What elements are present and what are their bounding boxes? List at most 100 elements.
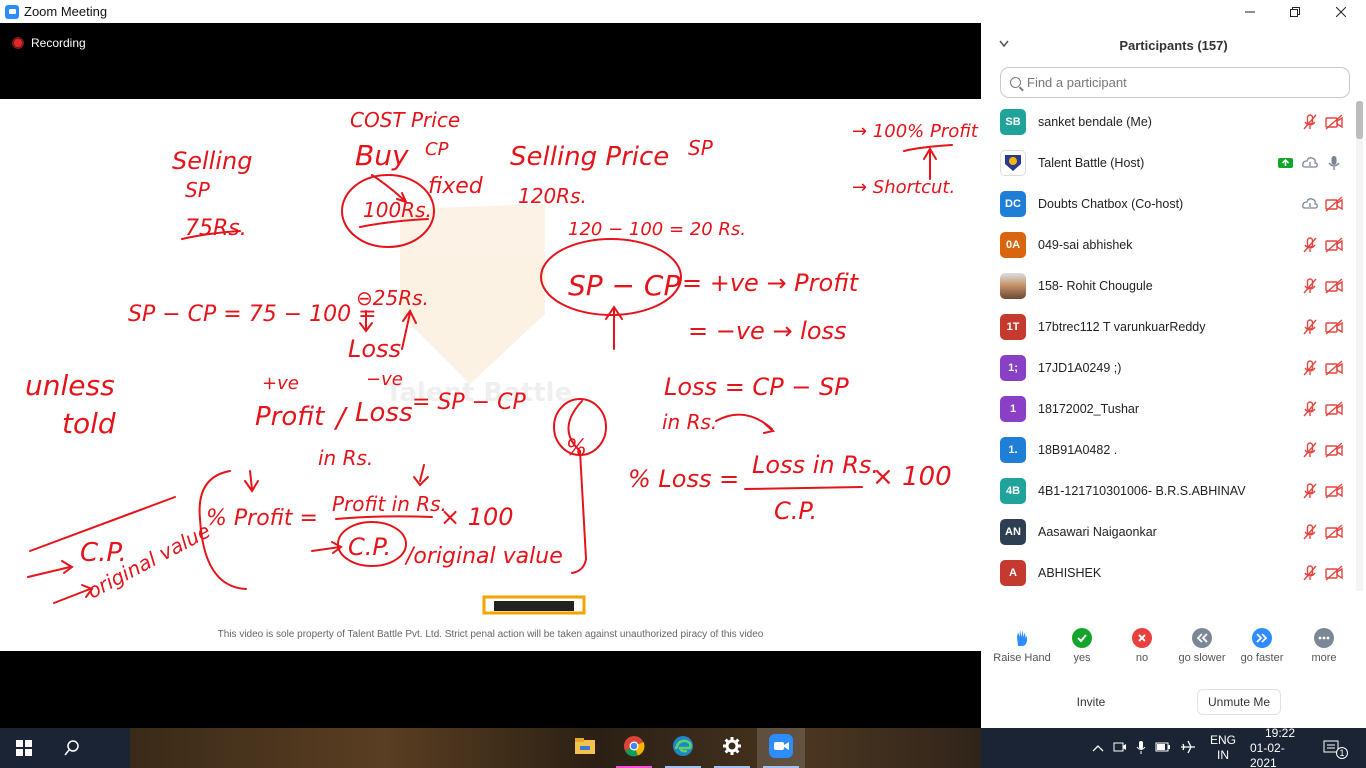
initials-avatar: AN [1000,518,1026,545]
participant-search-input[interactable] [1027,75,1327,90]
participant-row[interactable]: Talent Battle (Host) [981,142,1353,183]
taskbar-zoom-button[interactable] [757,728,805,768]
webcam-icon[interactable] [1113,740,1127,757]
video-off-icon[interactable] [1325,400,1343,418]
note-text: Loss [348,335,401,363]
muted-mic-icon[interactable] [1301,482,1319,500]
participant-row[interactable]: AN Aasawari Naigaonkar [981,511,1353,552]
zoom-window: Zoom Meeting Recording Talent Battle COS… [0,0,1366,768]
clock[interactable]: 19:22 01-02-2021 [1250,726,1310,768]
arrow-stroke [715,413,776,434]
raise-hand-reaction-button[interactable]: Raise Hand [991,623,1053,664]
participant-row[interactable]: 4B 4B1-121710301006- B.R.S.ABHINAV [981,470,1353,511]
microphone-icon[interactable] [1136,740,1146,757]
check-icon [1072,628,1092,648]
action-center-button[interactable]: 1 [1322,728,1348,768]
muted-mic-icon[interactable] [1301,564,1319,582]
note-text: in Rs. [662,410,717,434]
participant-list: SB sanket bendale (Me) Talent Battle (Hos… [981,101,1353,591]
note-text: SP [185,178,211,202]
initials-avatar: DC [1000,190,1026,217]
video-off-icon[interactable] [1325,113,1343,131]
muted-mic-icon[interactable] [1301,277,1319,295]
taskbar-settings-button[interactable] [708,728,756,768]
restore-button[interactable] [1272,0,1318,23]
reactions-bar: Raise Hand yes no go slower go faster mo… [981,623,1366,673]
video-off-icon[interactable] [1325,277,1343,295]
note-text: Loss = CP − SP [664,373,849,401]
participant-row[interactable]: DC Doubts Chatbox (Co-host) [981,183,1353,224]
chevron-up-icon[interactable] [1092,741,1104,755]
note-text: told [62,407,116,440]
participant-row[interactable]: 1; 17JD1A0249 ;) [981,347,1353,388]
battery-icon[interactable] [1155,741,1171,755]
windows-taskbar: ENG IN 19:22 01-02-2021 1 [0,726,1366,768]
participant-row[interactable]: 0A 049-sai abhishek [981,224,1353,265]
participant-row[interactable]: 1. 18B91A0482 . [981,429,1353,470]
muted-mic-icon[interactable] [1301,318,1319,336]
note-text: SP − CP [568,269,680,302]
arrow-stroke [53,584,94,604]
more-reaction-button[interactable]: more [1293,623,1355,664]
participant-name: sanket bendale (Me) [1038,114,1152,129]
participant-row[interactable]: A ABHISHEK [981,552,1353,591]
note-text: ⊖25Rs. [356,286,429,310]
minimize-button[interactable] [1227,0,1273,23]
video-off-icon[interactable] [1325,318,1343,336]
cloud-recording-icon[interactable] [1301,195,1319,213]
start-button[interactable] [0,728,48,768]
settings-icon [722,736,742,761]
video-off-icon[interactable] [1325,482,1343,500]
collapse-chevron-icon[interactable] [999,37,1009,51]
video-off-icon[interactable] [1325,523,1343,541]
check-reaction-button[interactable]: yes [1051,623,1113,664]
taskbar-edge-button[interactable] [659,728,707,768]
muted-mic-icon[interactable] [1301,441,1319,459]
edge-icon [672,735,694,762]
scrollbar-thumb[interactable] [1356,101,1363,139]
cloud-recording-icon[interactable] [1301,154,1319,172]
taskbar-search-button[interactable] [48,728,96,768]
system-tray [1092,728,1205,768]
muted-mic-icon[interactable] [1301,359,1319,377]
participant-name: 4B1-121710301006- B.R.S.ABHINAV [1038,483,1246,498]
zoom-icon [769,733,793,763]
participant-list-scrollbar[interactable] [1356,101,1363,591]
taskbar-chrome-button[interactable] [610,728,658,768]
participant-name: 17JD1A0249 ;) [1038,360,1122,375]
bracket-stroke [567,400,588,574]
recording-indicator[interactable]: Recording [12,36,86,50]
mic-on-icon[interactable] [1325,154,1343,172]
muted-mic-icon[interactable] [1301,236,1319,254]
screen-share-icon[interactable] [1277,154,1295,172]
note-text: = +ve → Profit [682,269,860,297]
video-off-icon[interactable] [1325,195,1343,213]
participant-row[interactable]: 1 18172002_Tushar [981,388,1353,429]
cross-reaction-button[interactable]: no [1111,623,1173,664]
close-window-button[interactable] [1318,0,1364,23]
muted-mic-icon[interactable] [1301,400,1319,418]
unmute-me-button[interactable]: Unmute Me [1197,689,1281,715]
participant-row[interactable]: SB sanket bendale (Me) [981,101,1353,142]
video-off-icon[interactable] [1325,564,1343,582]
rewind-reaction-button[interactable]: go slower [1171,623,1233,664]
muted-mic-icon[interactable] [1301,113,1319,131]
note-text: SP − CP = 75 − 100 = [128,302,377,327]
taskbar-file-explorer-button[interactable] [561,728,609,768]
video-off-icon[interactable] [1325,441,1343,459]
muted-mic-icon[interactable] [1301,523,1319,541]
invite-button[interactable]: Invite [1069,689,1113,715]
initials-avatar: 1T [1000,313,1026,340]
language-indicator[interactable]: ENG IN [1208,728,1238,768]
clock-date: 01-02-2021 [1250,740,1285,768]
participant-row[interactable]: 158- Rohit Chougule [981,265,1353,306]
whiteboard-canvas: Talent Battle COST Price Buy CP 100Rs. f… [25,108,979,615]
fast-forward-reaction-button[interactable]: go faster [1231,623,1293,664]
participant-name: ABHISHEK [1038,565,1102,580]
video-off-icon[interactable] [1325,236,1343,254]
video-off-icon[interactable] [1325,359,1343,377]
airplane-mode-icon[interactable] [1180,740,1196,757]
participant-row[interactable]: 1T 17btrec112 T varunkuarReddy [981,306,1353,347]
participants-title: Participants (157) [1119,37,1228,53]
participant-search[interactable] [1000,67,1350,98]
